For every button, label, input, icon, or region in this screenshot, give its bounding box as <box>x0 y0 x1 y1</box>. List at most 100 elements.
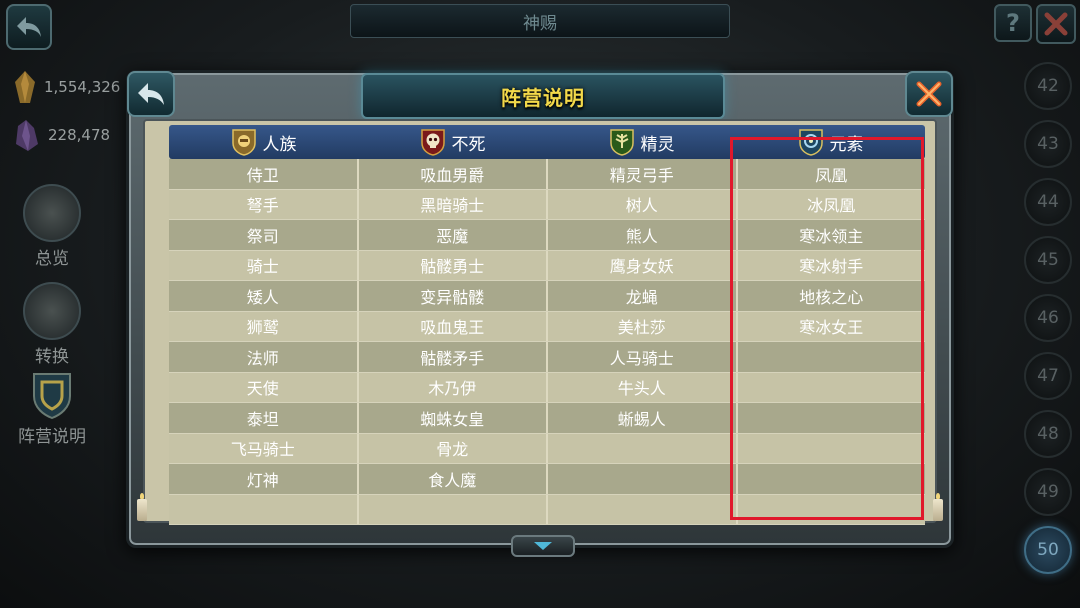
table-cell <box>737 342 925 372</box>
top-close-button[interactable] <box>1036 4 1076 44</box>
table-cell <box>737 433 925 463</box>
level-badge[interactable]: 45 <box>1024 236 1072 284</box>
level-badge[interactable]: 42 <box>1024 62 1072 110</box>
table-cell <box>548 464 738 494</box>
level-badge[interactable]: 43 <box>1024 120 1072 168</box>
nav-convert[interactable]: 转换 <box>12 282 92 367</box>
table-cell: 寒冰射手 <box>737 250 925 280</box>
table-cell: 天使 <box>169 372 359 402</box>
table-cell: 骨龙 <box>358 433 548 463</box>
candle-decoration <box>933 493 943 521</box>
level-badge[interactable]: 46 <box>1024 294 1072 342</box>
convert-icon <box>23 282 81 340</box>
nav-faction-info[interactable]: 阵营说明 <box>12 370 92 447</box>
table-cell <box>737 464 925 494</box>
table-cell: 黑暗骑士 <box>358 189 548 219</box>
table-cell <box>737 403 925 433</box>
gold-crystal-icon <box>15 71 35 103</box>
column-header-label: 元素 <box>829 134 864 155</box>
level-badge[interactable]: 49 <box>1024 468 1072 516</box>
table-cell: 蜥蜴人 <box>548 403 738 433</box>
table-cell: 熊人 <box>548 220 738 250</box>
table-cell: 龙蝇 <box>548 281 738 311</box>
column-header-label: 精灵 <box>640 134 675 155</box>
table-cell <box>737 494 925 524</box>
level-badge[interactable]: 44 <box>1024 178 1072 226</box>
table-cell: 树人 <box>548 189 738 219</box>
table-cell: 法师 <box>169 342 359 372</box>
column-header-label: 不死 <box>451 134 486 155</box>
nav-overview[interactable]: 总览 <box>12 184 92 269</box>
table-cell <box>169 494 359 524</box>
table-row <box>169 494 925 525</box>
table-cell: 凤凰 <box>737 159 925 189</box>
gold-resource: 1,554,326 <box>12 70 120 104</box>
table-row: 狮鹫 吸血鬼王 美杜莎 寒冰女王 <box>169 311 925 342</box>
column-header-undead: 不死 <box>358 125 547 159</box>
dialog-close-button[interactable] <box>905 71 953 117</box>
table-cell: 灯神 <box>169 464 359 494</box>
table-cell: 地核之心 <box>737 281 925 311</box>
dialog-content: 人族 不死 精灵 元素 侍卫 吸血男爵 精灵弓手 凤凰 弩手 黑暗骑士 树人 冰… <box>143 119 937 525</box>
dialog-bottom-ornament <box>511 535 575 557</box>
elf-faction-icon <box>609 129 634 156</box>
table-cell: 食人魔 <box>358 464 548 494</box>
table-cell: 骷髅矛手 <box>358 342 548 372</box>
gold-amount: 1,554,326 <box>44 78 121 96</box>
purple-crystal-icon <box>16 120 38 151</box>
column-header-label: 人族 <box>262 134 297 155</box>
close-icon <box>916 81 942 107</box>
table-row: 泰坦 蜘蛛女皇 蜥蜴人 <box>169 403 925 434</box>
table-row: 弩手 黑暗骑士 树人 冰凤凰 <box>169 189 925 220</box>
element-faction-icon <box>798 129 823 156</box>
table-cell: 祭司 <box>169 220 359 250</box>
level-badge[interactable]: 47 <box>1024 352 1072 400</box>
table-cell: 寒冰领主 <box>737 220 925 250</box>
back-arrow-icon <box>138 83 164 105</box>
table-cell: 矮人 <box>169 281 359 311</box>
table-cell: 精灵弓手 <box>548 159 738 189</box>
chevron-down-icon <box>534 542 552 550</box>
back-arrow-icon <box>17 17 41 37</box>
column-header-element: 元素 <box>736 125 925 159</box>
table-cell <box>358 494 548 524</box>
table-header: 人族 不死 精灵 元素 <box>169 125 925 159</box>
table-cell: 弩手 <box>169 189 359 219</box>
help-button[interactable]: ? <box>994 4 1032 42</box>
table-cell <box>737 372 925 402</box>
table-row: 法师 骷髅矛手 人马骑士 <box>169 342 925 373</box>
crystal-amount: 228,478 <box>48 126 111 144</box>
table-cell: 木乃伊 <box>358 372 548 402</box>
table-cell: 吸血鬼王 <box>358 311 548 341</box>
column-header-elf: 精灵 <box>547 125 736 159</box>
table-cell: 狮鹫 <box>169 311 359 341</box>
overview-icon <box>23 184 81 242</box>
table-cell: 骑士 <box>169 250 359 280</box>
close-icon <box>1044 12 1068 36</box>
table-cell: 美杜莎 <box>548 311 738 341</box>
level-badge-active[interactable]: 50 <box>1024 526 1072 574</box>
table-cell: 吸血男爵 <box>358 159 548 189</box>
nav-overview-label: 总览 <box>35 249 69 269</box>
faction-table: 人族 不死 精灵 元素 侍卫 吸血男爵 精灵弓手 凤凰 弩手 黑暗骑士 树人 冰… <box>169 125 925 537</box>
table-cell: 鹰身女妖 <box>548 250 738 280</box>
column-header-human: 人族 <box>169 125 358 159</box>
table-body: 侍卫 吸血男爵 精灵弓手 凤凰 弩手 黑暗骑士 树人 冰凤凰 祭司 恶魔 熊人 … <box>169 159 925 525</box>
top-back-button[interactable] <box>6 4 52 50</box>
table-cell: 蜘蛛女皇 <box>358 403 548 433</box>
faction-info-dialog: 阵营说明 人族 不死 精灵 元素 侍卫 吸血男爵 精灵弓手 凤凰 弩手 黑暗骑士… <box>126 70 954 557</box>
table-row: 天使 木乃伊 牛头人 <box>169 372 925 403</box>
dialog-title: 阵营说明 <box>501 85 585 110</box>
level-badge[interactable]: 48 <box>1024 410 1072 458</box>
table-cell: 寒冰女王 <box>737 311 925 341</box>
table-cell: 飞马骑士 <box>169 433 359 463</box>
table-cell: 恶魔 <box>358 220 548 250</box>
dialog-back-button[interactable] <box>127 71 175 117</box>
nav-convert-label: 转换 <box>35 347 69 367</box>
table-row: 祭司 恶魔 熊人 寒冰领主 <box>169 220 925 251</box>
table-cell: 变异骷髅 <box>358 281 548 311</box>
table-cell: 泰坦 <box>169 403 359 433</box>
human-faction-icon <box>231 129 256 156</box>
table-cell <box>548 433 738 463</box>
screen-title: 神赐 <box>350 4 730 38</box>
